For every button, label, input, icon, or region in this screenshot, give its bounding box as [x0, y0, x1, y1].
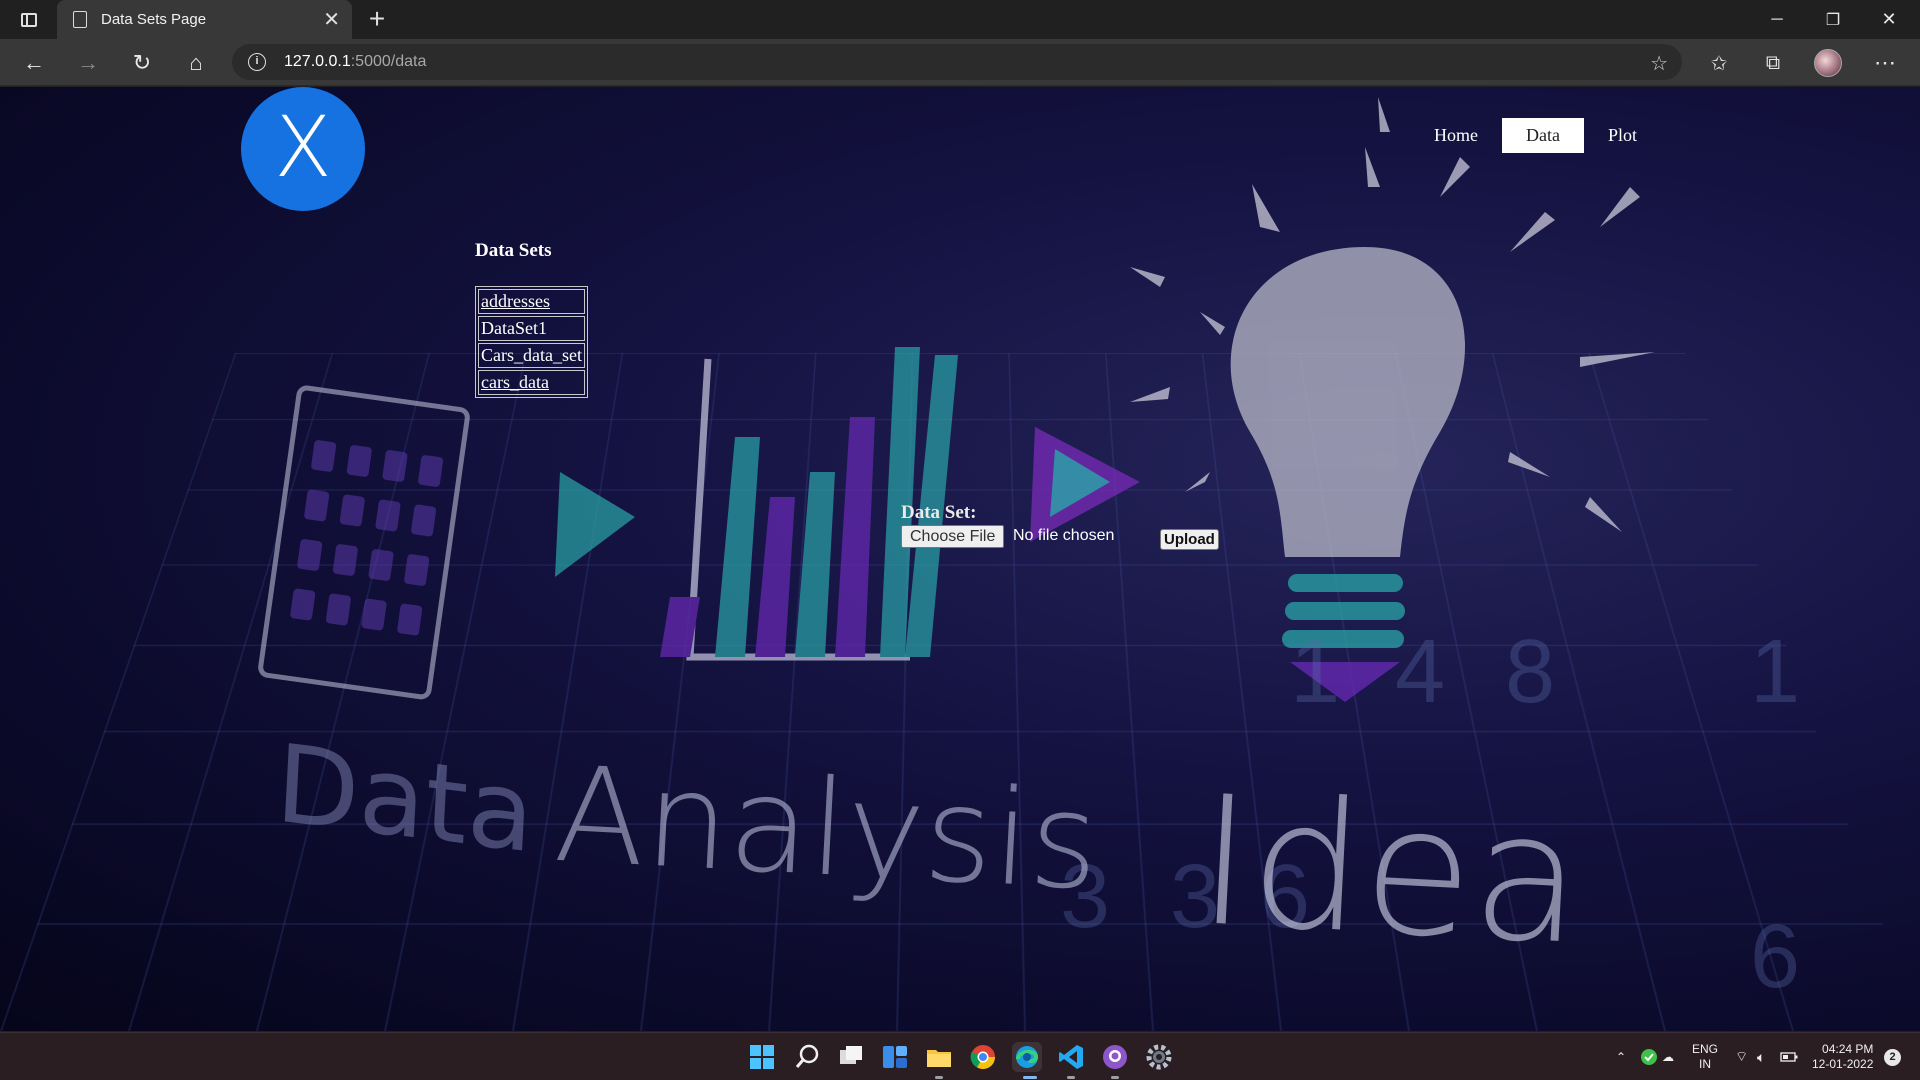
wifi-icon[interactable]: ⌔	[1735, 1033, 1748, 1080]
tab-title: Data Sets Page	[101, 11, 207, 28]
back-arrow-icon[interactable]: ←	[17, 47, 51, 79]
site-navigation: Home Data Plot	[1410, 118, 1661, 153]
file-status-text: No file chosen	[1013, 527, 1115, 544]
site-info-icon[interactable]: i	[248, 53, 266, 71]
notification-count: 2	[1884, 1048, 1901, 1066]
url-host: 127.0.0.1	[284, 53, 351, 70]
widgets-icon[interactable]	[880, 1042, 910, 1072]
url-path: :5000/data	[350, 53, 427, 70]
background-word-analysis: Analysis	[551, 737, 1103, 921]
upload-label: Data Set:	[901, 502, 977, 523]
background-word-idea: Idea	[1192, 757, 1588, 984]
nav-plot[interactable]: Plot	[1584, 118, 1661, 153]
running-indicator	[1111, 1076, 1119, 1079]
language-indicator[interactable]: ENG IN	[1692, 1033, 1718, 1080]
windows-taskbar: ⌃ ☁ ENG IN ⌔ 🔈︎ 04:24 PM 12-01-2022 2	[0, 1032, 1920, 1080]
logo-glyph: X	[274, 98, 332, 196]
clock[interactable]: 04:24 PM 12-01-2022	[1812, 1033, 1873, 1080]
table-row: DataSet1	[478, 316, 585, 341]
light-bulb-graphic	[1130, 97, 1655, 702]
chrome-icon[interactable]	[968, 1042, 998, 1072]
datasets-table: addresses DataSet1 Cars_data_set cars_da…	[475, 286, 588, 398]
language-region: IN	[1699, 1057, 1711, 1071]
task-view-icon[interactable]	[836, 1042, 866, 1072]
page-viewport: 1481 3366 Data Analysis Idea X Home Data…	[0, 87, 1920, 1031]
new-tab-plus-icon[interactable]: +	[362, 5, 392, 35]
running-indicator	[1067, 1076, 1075, 1079]
browser-tab-bar: Data Sets Page ✕ + ─ ❐ ✕	[0, 0, 1920, 39]
file-explorer-icon[interactable]	[924, 1042, 954, 1072]
battery-icon[interactable]	[1780, 1033, 1798, 1080]
forward-arrow-icon[interactable]: →	[71, 47, 105, 79]
profile-avatar[interactable]	[1814, 49, 1842, 77]
settings-gear-icon[interactable]	[1144, 1042, 1174, 1072]
upload-button[interactable]: Upload	[1160, 529, 1219, 550]
dataset-link[interactable]: cars_data	[481, 372, 549, 392]
favorites-icon[interactable]: ✩	[1702, 47, 1736, 79]
onedrive-cloud-icon[interactable]: ☁	[1662, 1033, 1674, 1080]
security-shield-icon[interactable]	[1640, 1033, 1658, 1080]
nav-home[interactable]: Home	[1410, 118, 1502, 153]
clock-date: 12-01-2022	[1812, 1057, 1874, 1071]
dataset-link[interactable]: addresses	[481, 291, 550, 311]
svg-text:4: 4	[1395, 622, 1445, 722]
restore-icon[interactable]: ❐	[1806, 0, 1860, 39]
github-desktop-icon[interactable]	[1100, 1042, 1130, 1072]
collections-icon[interactable]: ⧉	[1756, 47, 1790, 79]
edge-browser-icon[interactable]	[1012, 1042, 1042, 1072]
svg-text:1: 1	[1750, 622, 1800, 722]
svg-text:1: 1	[1290, 622, 1340, 722]
nav-data[interactable]: Data	[1502, 118, 1584, 153]
search-icon[interactable]	[792, 1042, 822, 1072]
address-bar[interactable]: i 127.0.0.1:5000/data ☆	[232, 44, 1682, 80]
more-menu-icon[interactable]: ⋯	[1868, 47, 1902, 79]
table-row: addresses	[478, 289, 585, 314]
running-indicator	[935, 1076, 943, 1079]
browser-tab[interactable]: Data Sets Page ✕	[57, 0, 352, 39]
arrow-graphic	[555, 472, 635, 577]
window-close-icon[interactable]: ✕	[1862, 0, 1916, 39]
language-code: ENG	[1692, 1042, 1719, 1056]
tab-close-icon[interactable]: ✕	[323, 10, 340, 30]
dataset-link[interactable]: Cars_data_set	[481, 345, 582, 365]
refresh-icon[interactable]: ↻	[125, 47, 159, 79]
choose-file-button[interactable]: Choose File	[901, 525, 1005, 548]
volume-icon[interactable]: 🔈︎	[1757, 1033, 1765, 1080]
dataset-link[interactable]: DataSet1	[481, 318, 547, 338]
datasets-heading: Data Sets	[475, 240, 552, 261]
active-indicator	[1023, 1076, 1037, 1079]
notification-badge[interactable]: 2	[1884, 1033, 1901, 1080]
vscode-icon[interactable]	[1056, 1042, 1086, 1072]
page-document-icon	[73, 11, 87, 28]
windows-start-icon[interactable]	[747, 1042, 777, 1072]
calculator-graphic	[258, 385, 470, 700]
table-row: cars_data	[478, 370, 585, 395]
clock-time: 04:24 PM	[1822, 1042, 1874, 1056]
site-logo[interactable]: X	[241, 87, 365, 211]
add-favorite-star-icon[interactable]: ☆	[1650, 51, 1668, 76]
svg-text:6: 6	[1750, 907, 1800, 1007]
minimize-icon[interactable]: ─	[1750, 0, 1804, 39]
svg-text:8: 8	[1505, 622, 1555, 722]
home-icon[interactable]: ⌂	[179, 47, 213, 79]
tab-actions-icon[interactable]	[12, 6, 46, 34]
tray-overflow-chevron-icon[interactable]: ⌃	[1616, 1033, 1626, 1080]
table-row: Cars_data_set	[478, 343, 585, 368]
browser-toolbar: ← → ↻ ⌂ i 127.0.0.1:5000/data ☆ ✩ ⧉ ⋯	[0, 39, 1920, 86]
